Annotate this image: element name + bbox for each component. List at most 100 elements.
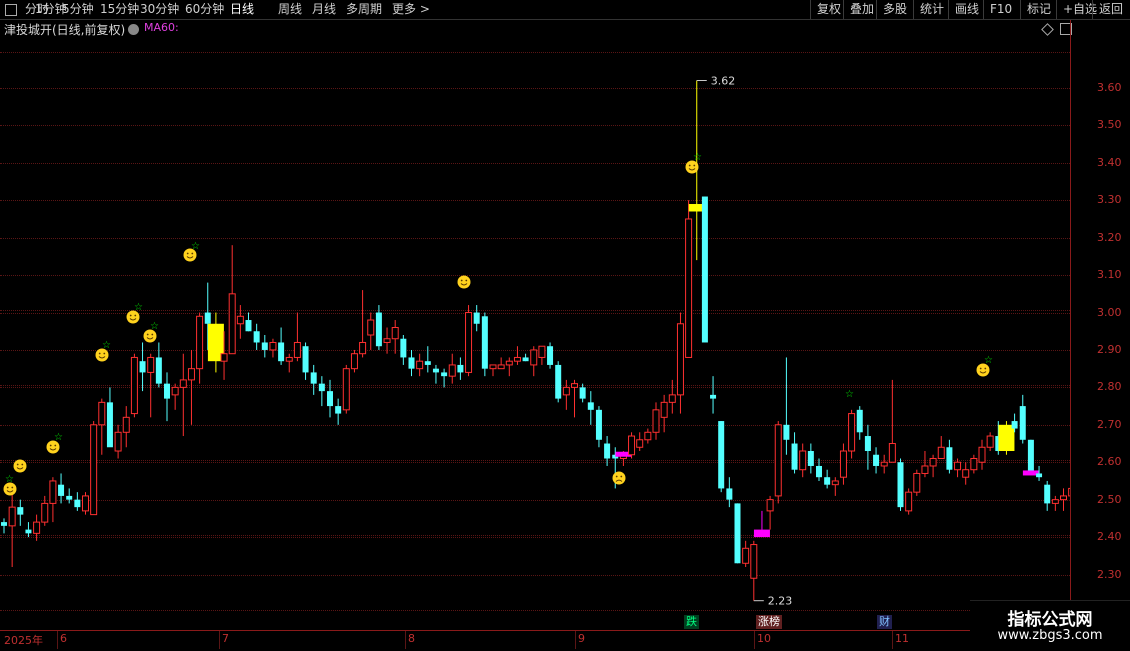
- candle-body: [864, 436, 871, 452]
- y-tick-label: 2.60: [1097, 455, 1122, 469]
- candle-body: [359, 341, 367, 355]
- candle-body: [513, 356, 521, 362]
- candle-body: [505, 360, 513, 366]
- candle-body: [8, 506, 16, 527]
- y-tick-label: 3.60: [1097, 81, 1122, 94]
- min-price-label: 2.23: [768, 595, 793, 608]
- candle-body: [441, 372, 448, 377]
- y-tick-label: 2.80: [1097, 380, 1122, 394]
- x-tick: [575, 631, 576, 649]
- candle-body: [74, 499, 81, 508]
- candle-body: [856, 409, 863, 433]
- candle-body: [783, 424, 790, 440]
- event-badge[interactable]: 财: [877, 615, 892, 629]
- y-tick-label: 3.30: [1097, 193, 1122, 207]
- star-icon: ☆: [150, 321, 159, 332]
- watermark: 指标公式网 www.zbgs3.com: [970, 600, 1130, 651]
- candle-body: [831, 480, 839, 486]
- candle-body: [17, 507, 24, 515]
- candle-body: [278, 342, 285, 362]
- candle-body: [998, 424, 1015, 452]
- candle-body: [970, 457, 978, 471]
- candle-body: [1068, 487, 1070, 497]
- candle-body: [913, 472, 921, 493]
- candle-body: [791, 443, 798, 470]
- candle-body: [530, 349, 538, 366]
- candle-body: [824, 477, 831, 485]
- candle-body: [465, 312, 473, 373]
- candle-body: [432, 368, 439, 373]
- candle-body: [245, 320, 252, 332]
- x-tick-label: 9: [578, 632, 585, 645]
- candle-body: [122, 416, 130, 433]
- candle-body: [538, 345, 546, 358]
- event-badge[interactable]: 涨榜: [756, 615, 782, 629]
- y-tick-label: 2.30: [1097, 567, 1122, 581]
- candle-body: [139, 361, 146, 373]
- candle-body: [318, 383, 325, 392]
- candle-body: [946, 447, 953, 470]
- y-tick-label: 2.70: [1097, 417, 1122, 431]
- candle-body: [880, 461, 888, 467]
- candle-body: [350, 353, 358, 370]
- candlestick-chart[interactable]: 3.62 2.23 ☆ ☆ ☆ ☆ ☆ ☆ ☆ ☆ ☆: [0, 0, 1070, 630]
- x-tick: [57, 631, 58, 649]
- y-tick-label: 3.00: [1097, 305, 1122, 319]
- candle-body: [179, 379, 187, 388]
- candle-body: [628, 435, 636, 456]
- candle-body: [302, 346, 309, 373]
- candle-body: [799, 450, 807, 471]
- candle-body: [164, 383, 170, 399]
- candle-body: [49, 480, 57, 504]
- candle-body: [261, 342, 268, 350]
- y-tick-label: 3.50: [1097, 118, 1122, 132]
- candle-body: [33, 521, 41, 534]
- y-tick-label: 2.50: [1097, 492, 1122, 506]
- candle-body: [408, 357, 415, 369]
- y-tick-label: 3.40: [1097, 155, 1122, 169]
- candle-body: [114, 431, 122, 452]
- candle-body: [220, 353, 228, 362]
- candle-body: [327, 391, 333, 407]
- candle-body: [937, 446, 945, 459]
- candle-body: [196, 315, 204, 370]
- candle-body: [424, 361, 431, 365]
- candle-body: [367, 319, 375, 336]
- candle-body: [90, 424, 98, 516]
- candle-body: [400, 338, 407, 358]
- candle-body: [1, 522, 7, 526]
- sad-face-icon: [612, 471, 626, 485]
- candle-body: [978, 446, 986, 463]
- candle-body: [448, 364, 456, 377]
- candle-body: [147, 356, 155, 373]
- candle-body: [753, 529, 770, 538]
- y-tick-label: 2.90: [1097, 342, 1122, 356]
- candle-body: [555, 364, 562, 399]
- candle-body: [269, 341, 277, 351]
- candle-body: [710, 394, 717, 399]
- candle-body: [66, 495, 73, 500]
- candle-body: [766, 499, 774, 512]
- candle-body: [718, 421, 725, 489]
- candle-body: [1060, 495, 1067, 501]
- candle-body: [954, 461, 962, 471]
- toolbar-btn-8[interactable]: 返回: [1092, 0, 1129, 19]
- candle-body: [962, 469, 970, 478]
- candle-body: [685, 218, 693, 358]
- x-tick: [754, 631, 755, 649]
- candle-body: [473, 312, 480, 324]
- candle-body: [293, 341, 301, 358]
- x-tick: [405, 631, 406, 649]
- candle-body: [547, 346, 554, 365]
- candle-body: [41, 502, 49, 523]
- candle-body: [457, 364, 464, 373]
- event-badge[interactable]: 跌: [684, 615, 699, 629]
- candle-body: [481, 316, 488, 369]
- candle-body: [888, 443, 896, 463]
- candle-body: [905, 491, 913, 512]
- candle-body: [106, 402, 113, 448]
- candle-body: [873, 454, 880, 466]
- x-tick-label: 10: [757, 632, 771, 645]
- candle-body: [391, 327, 399, 340]
- candle-body: [310, 372, 317, 384]
